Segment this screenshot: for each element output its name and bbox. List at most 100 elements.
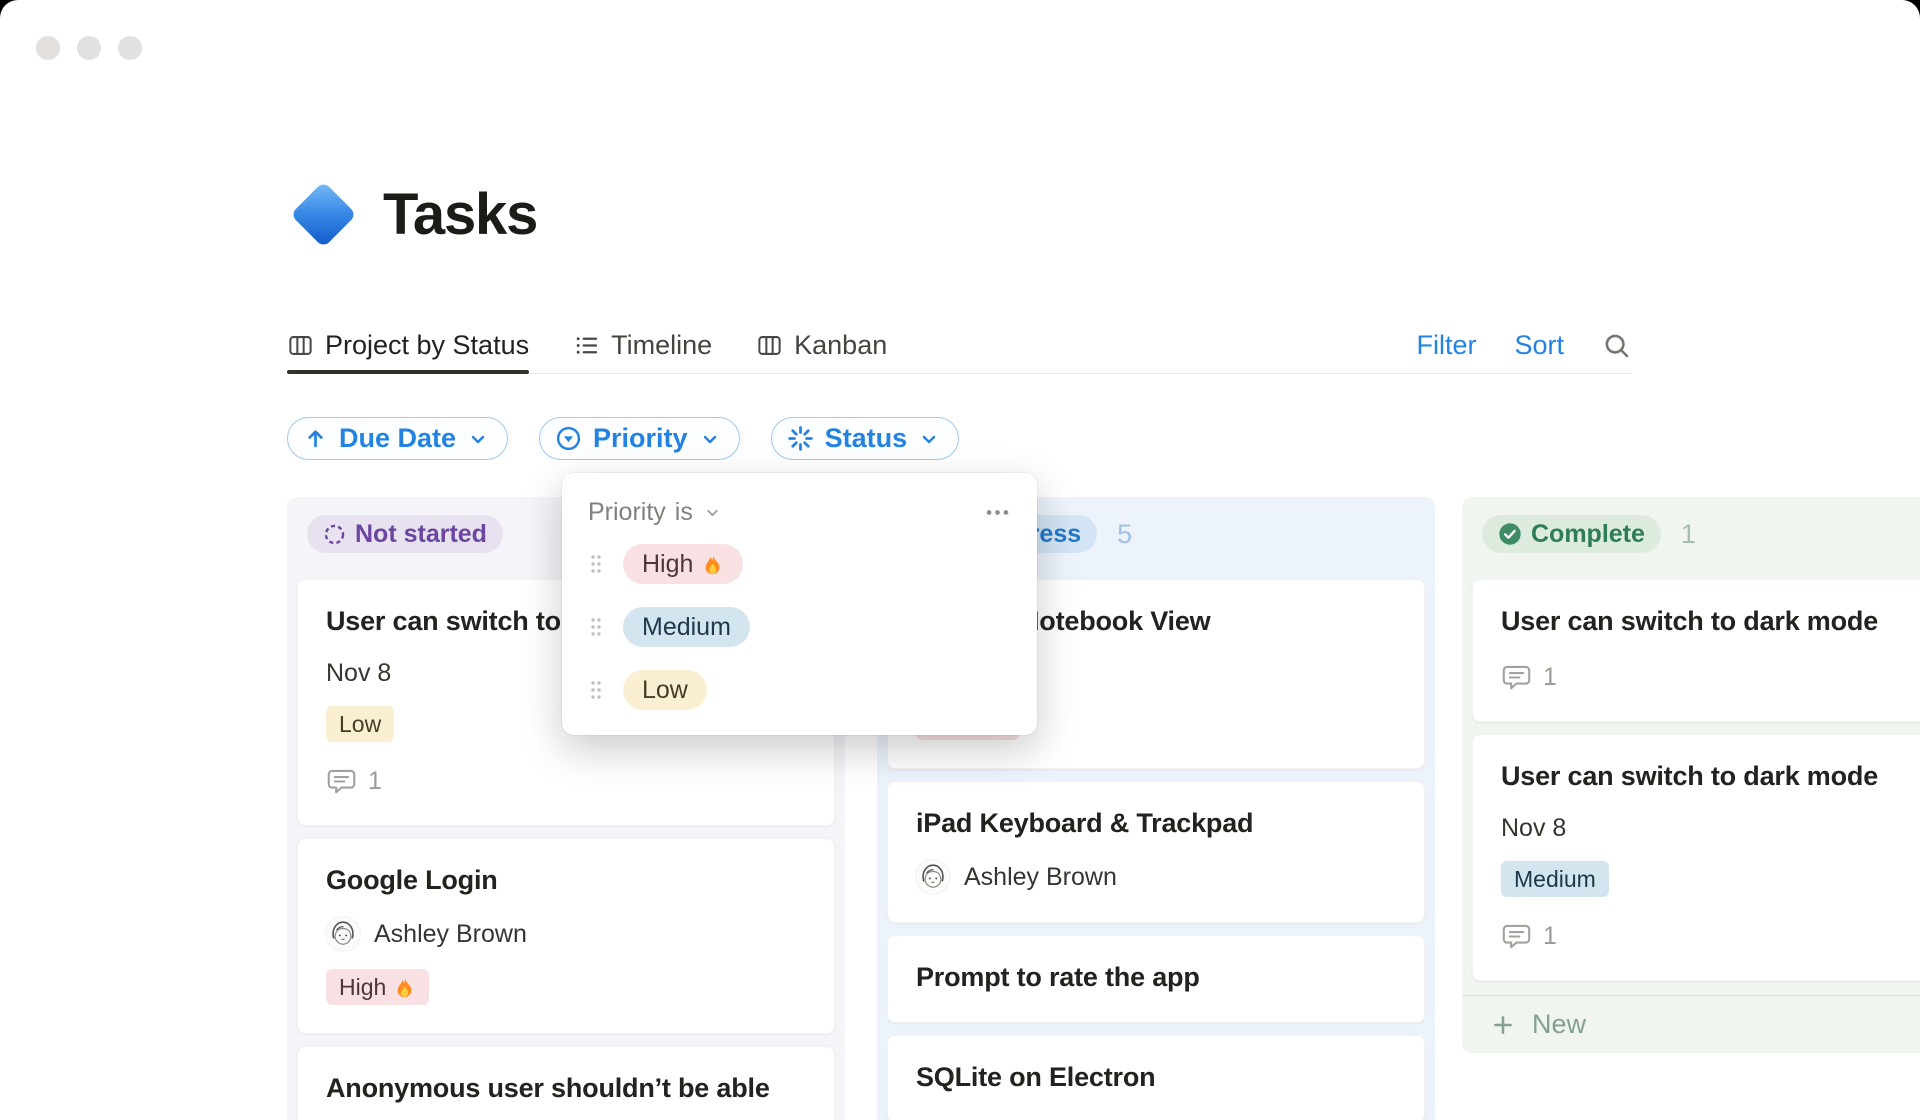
chevron-down-icon [466, 427, 490, 451]
assignee-name: Ashley Brown [374, 919, 527, 948]
board-icon [287, 332, 314, 359]
priority-option-low[interactable]: Low [623, 670, 707, 710]
tab-label: Kanban [794, 330, 888, 360]
column-status-pill[interactable]: Complete [1482, 515, 1661, 553]
column-cards: User can switch to dark mode 1 User can … [1462, 579, 1920, 981]
drag-handle-icon[interactable] [588, 552, 604, 576]
filter-button[interactable]: Filter [1416, 330, 1476, 361]
comment-count: 1 [1543, 663, 1557, 691]
kanban-card[interactable]: User can switch to dark mode Nov 8 Medium… [1472, 734, 1920, 981]
chip-label: Status [824, 423, 908, 453]
dropdown-rule-button[interactable]: Priority is [588, 498, 723, 527]
status-spinner-icon [786, 424, 815, 453]
chevron-down-icon [917, 427, 941, 451]
tab-project-by-status[interactable]: Project by Status [287, 318, 530, 374]
chevron-down-icon [698, 427, 722, 451]
filter-chip-status[interactable]: Status [770, 417, 960, 460]
flame-icon [393, 976, 416, 999]
dropdown-option-high: High [588, 544, 1011, 584]
card-title: iPad Keyboard & Trackpad [916, 808, 1254, 838]
drag-handle-icon[interactable] [588, 615, 604, 639]
card-tags: High [326, 969, 806, 1005]
view-actions: Filter Sort [1416, 330, 1632, 361]
timeline-icon [573, 332, 600, 359]
card-title: Prompt to rate the app [916, 962, 1200, 992]
card-tags: Medium [1501, 861, 1920, 897]
blue-diamond-icon[interactable] [287, 178, 359, 250]
flame-icon [701, 553, 724, 576]
filter-chip-due-date[interactable]: Due Date [287, 417, 509, 460]
window-zoom-button[interactable] [118, 36, 142, 60]
column-complete: Complete 1 User can switch to dark mode … [1462, 497, 1920, 1053]
kanban-card[interactable]: SQLite on Electron [887, 1035, 1425, 1120]
tag-low: Low [326, 706, 395, 742]
kanban-card[interactable]: User can switch to dark mode 1 [1472, 579, 1920, 722]
dropdown-property-label: Priority [588, 498, 666, 526]
tab-label: Project by Status [325, 330, 530, 360]
page-header: Tasks [287, 176, 538, 252]
kanban-card[interactable]: iPad Keyboard & Trackpad Ashley Brown [887, 781, 1425, 923]
card-comments: 1 [1501, 662, 1920, 693]
filter-chip-row: Due Date Priority Status [287, 417, 960, 460]
chip-label: Priority [593, 423, 688, 453]
add-card-button[interactable]: New [1462, 995, 1920, 1053]
kanban-card[interactable]: Google Login Ashley Brown High [297, 838, 835, 1034]
kanban-card[interactable]: Anonymous user shouldn’t be able [297, 1046, 835, 1120]
card-title: Google Login [326, 865, 498, 895]
comment-icon [326, 766, 357, 797]
kanban-card[interactable]: Prompt to rate the app [887, 935, 1425, 1023]
tab-kanban[interactable]: Kanban [756, 318, 887, 373]
chevron-down-icon [702, 502, 723, 523]
card-comments: 1 [1501, 921, 1920, 952]
drag-handle-icon[interactable] [588, 678, 604, 702]
dropdown-options: High Medium Low [588, 544, 1011, 710]
card-title: SQLite on Electron [916, 1062, 1156, 1092]
view-tabs: Project by Status Timeline Kanban [287, 318, 887, 374]
ellipsis-menu-icon[interactable] [984, 499, 1011, 526]
assignee-name: Ashley Brown [964, 862, 1117, 891]
column-count: 1 [1680, 518, 1696, 549]
avatar [916, 860, 950, 894]
tab-timeline[interactable]: Timeline [573, 318, 712, 373]
window-controls [36, 36, 142, 60]
tag-high: High [326, 969, 430, 1005]
card-comments: 1 [326, 766, 806, 797]
avatar [326, 917, 360, 951]
card-title: Anonymous user shouldn’t be able [326, 1073, 770, 1103]
card-title: User can switch to dark mode [1501, 761, 1879, 791]
page-title: Tasks [383, 181, 538, 247]
comment-count: 1 [368, 767, 382, 795]
column-header: Complete 1 [1482, 515, 1920, 553]
column-status-pill[interactable]: Not started [307, 515, 503, 553]
plus-icon [1489, 1011, 1517, 1039]
priority-filter-dropdown: Priority is High Medium Low [562, 473, 1037, 735]
priority-circle-icon [554, 424, 583, 453]
check-circle-icon [1498, 522, 1522, 546]
dropdown-operator-label: is [674, 498, 693, 526]
card-assignee: Ashley Brown [326, 917, 806, 951]
card-title: User can switch to dark mode [1501, 606, 1879, 636]
card-due-date: Nov 8 [1501, 814, 1567, 842]
app-window: Tasks Project by Status Timeline Kanban … [0, 0, 1920, 1120]
comment-icon [1501, 662, 1532, 693]
priority-option-medium[interactable]: Medium [623, 607, 750, 647]
window-minimize-button[interactable] [77, 36, 101, 60]
sort-button[interactable]: Sort [1514, 330, 1564, 361]
chip-label: Due Date [339, 423, 457, 453]
comment-icon [1501, 921, 1532, 952]
column-count: 5 [1117, 518, 1133, 549]
dropdown-option-low: Low [588, 670, 1011, 710]
dropdown-option-medium: Medium [588, 607, 1011, 647]
window-close-button[interactable] [36, 36, 60, 60]
dashed-circle-icon [323, 523, 346, 546]
comment-count: 1 [1543, 922, 1557, 950]
priority-option-high[interactable]: High [623, 544, 744, 584]
board-icon [756, 332, 783, 359]
card-assignee: Ashley Brown [916, 860, 1396, 894]
search-icon[interactable] [1602, 331, 1632, 361]
tab-label: Timeline [611, 330, 713, 360]
view-tabs-bar: Project by Status Timeline Kanban Filter… [287, 318, 1632, 374]
filter-chip-priority[interactable]: Priority [539, 417, 740, 460]
arrow-up-icon [302, 425, 329, 452]
tag-medium: Medium [1501, 861, 1609, 897]
